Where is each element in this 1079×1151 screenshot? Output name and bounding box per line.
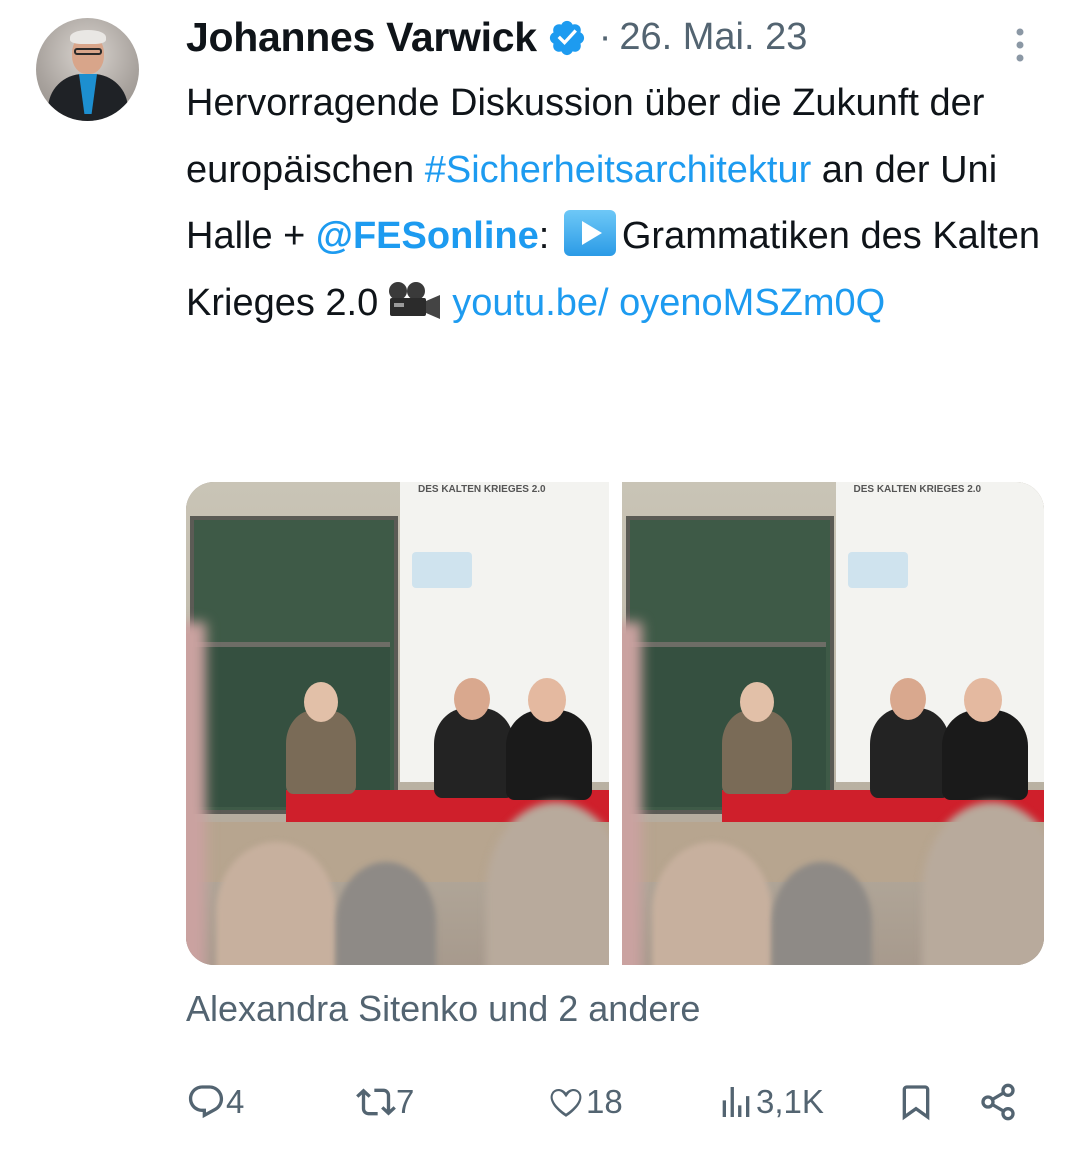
more-vertical-icon[interactable] [1008, 24, 1032, 66]
repost-arrows-icon [356, 1088, 396, 1116]
movie-camera-emoji [389, 281, 441, 319]
tweet-photo[interactable]: DES KALTEN KRIEGES 2.0 [186, 482, 609, 965]
like-count: 18 [586, 1083, 623, 1120]
youtube-link[interactable]: youtu.be/ oyenoMSZm0Q [452, 282, 885, 324]
liked-by-text[interactable]: Alexandra Sitenko und 2 andere [186, 988, 700, 1030]
play-button-emoji [563, 210, 616, 256]
reply-count: 4 [226, 1083, 245, 1120]
hashtag-link[interactable]: #Sicherheitsarchitektur [425, 149, 812, 191]
bookmark-button[interactable] [896, 1072, 936, 1132]
tweet-text: Hervorragende Diskussion über die Zukunf… [186, 70, 1056, 336]
like-button[interactable]: 18 [546, 1072, 623, 1132]
views-button[interactable]: 3,1K [716, 1072, 824, 1132]
author-name[interactable]: Johannes Varwick [186, 14, 537, 61]
verified-badge-icon [549, 20, 584, 55]
share-button[interactable] [978, 1072, 1018, 1132]
mention-link[interactable]: @FESonline [316, 215, 539, 257]
view-count: 3,1K [756, 1083, 824, 1120]
tweet-header: Johannes Varwick · 26. Mai. 23 [186, 10, 807, 65]
tweet-date[interactable]: 26. Mai. 23 [619, 16, 807, 59]
repost-button[interactable]: 7 [356, 1072, 414, 1132]
screen-title: DES KALTEN KRIEGES 2.0 [418, 484, 546, 495]
reply-button[interactable]: 4 [186, 1072, 244, 1132]
tweet-photo[interactable]: DES KALTEN KRIEGES 2.0 [621, 482, 1044, 965]
screen-title: DES KALTEN KRIEGES 2.0 [853, 484, 982, 495]
repost-count: 7 [396, 1083, 415, 1120]
tweet-media-grid: DES KALTEN KRIEGES 2.0 DES KALTEN KRIEGE… [186, 482, 1044, 965]
bookmark-icon [902, 1085, 930, 1121]
share-icon [981, 1083, 1015, 1121]
tweet-text-part: : [538, 215, 560, 257]
reply-bubble-icon [188, 1085, 224, 1119]
header-separator: · [598, 16, 612, 58]
heart-icon [550, 1089, 582, 1117]
tweet-actions: 4 7 18 3,1K [186, 1072, 1036, 1132]
bar-chart-icon [722, 1087, 750, 1117]
author-avatar[interactable] [36, 18, 139, 121]
